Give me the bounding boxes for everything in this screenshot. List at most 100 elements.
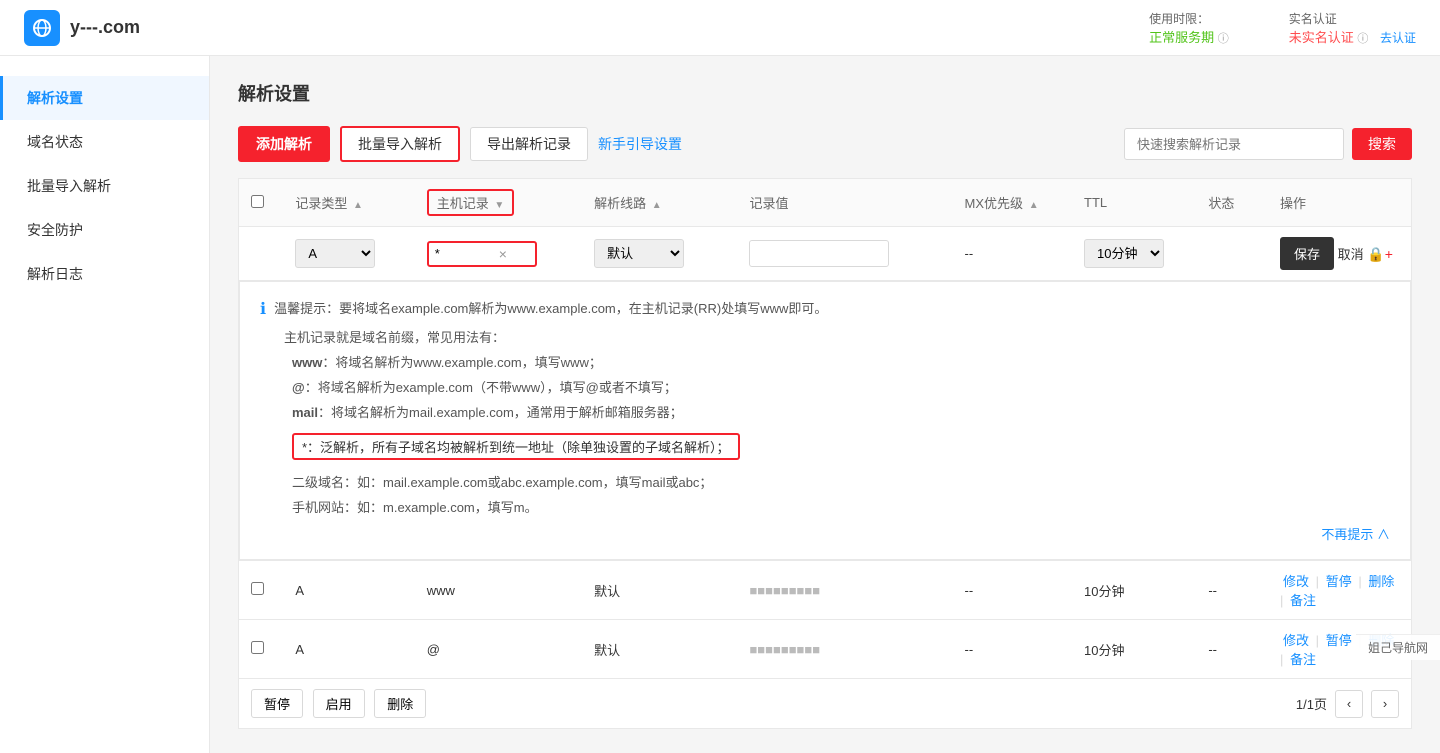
input-status-cell xyxy=(1196,227,1268,281)
row1-delete-link[interactable]: 删除 xyxy=(1368,574,1394,589)
verify-info: 实名认证 未实名认证 ⓘ 去认证 xyxy=(1289,10,1416,46)
logo-text: y---.com xyxy=(70,17,140,38)
logo-icon xyxy=(24,10,60,46)
tip-item-subdomain: 二级域名：如：mail.example.com或abc.example.com，… xyxy=(292,472,1390,491)
th-status: 状态 xyxy=(1196,179,1268,227)
host-sort-icon[interactable]: ▼ xyxy=(494,200,504,211)
service-value[interactable]: 正常服务期 ⓘ xyxy=(1149,27,1229,46)
th-check xyxy=(239,179,284,227)
tip-item-mail: mail：将域名解析为mail.example.com，通常用于解析邮箱服务器； xyxy=(292,402,1390,421)
tip-sub-text: 主机记录就是域名前缀，常见用法有： xyxy=(284,327,1390,346)
host-input[interactable] xyxy=(435,246,495,261)
tip-item-wildcard: *：泛解析，所有子域名均被解析到统一地址（除单独设置的子域名解析）； xyxy=(292,427,1390,466)
select-all-checkbox[interactable] xyxy=(251,195,264,208)
verify-label: 实名认证 xyxy=(1289,10,1416,27)
toolbar-search: 搜索 xyxy=(1124,128,1412,160)
row2-checkbox[interactable] xyxy=(251,641,264,654)
th-type: 记录类型 ▲ xyxy=(283,179,414,227)
add-dns-button[interactable]: 添加解析 xyxy=(238,126,330,162)
main-layout: 解析设置 域名状态 批量导入解析 安全防护 解析日志 解析设置 添加解析 批量导… xyxy=(0,56,1440,753)
service-hint: ⓘ xyxy=(1218,33,1229,45)
bulk-delete-button[interactable]: 删除 xyxy=(374,689,426,718)
sidebar-item-dns-log[interactable]: 解析日志 xyxy=(0,252,209,296)
host-input-wrap: × xyxy=(427,241,537,267)
tip-collapse-button[interactable]: 不再提示 ∧ xyxy=(260,524,1390,543)
sidebar-item-domain-status[interactable]: 域名状态 xyxy=(0,120,209,164)
service-label: 使用时限： xyxy=(1149,10,1229,27)
sidebar-item-label: 批量导入解析 xyxy=(27,178,111,194)
content-area: 解析设置 添加解析 批量导入解析 导出解析记录 新手引导设置 搜索 记录类型 xyxy=(210,56,1440,753)
lock-icon: 🔒+ xyxy=(1367,246,1393,262)
tip-item-www: www：将域名解析为www.example.com，填写www； xyxy=(292,352,1390,371)
next-page-button[interactable]: › xyxy=(1371,690,1399,718)
sidebar-item-security[interactable]: 安全防护 xyxy=(0,208,209,252)
tip-box: ℹ 温馨提示：要将域名example.com解析为www.example.com… xyxy=(239,281,1411,560)
bulk-stop-button[interactable]: 暂停 xyxy=(251,689,303,718)
row1-note-link[interactable]: 备注 xyxy=(1290,593,1316,608)
th-mx: MX优先级 ▲ xyxy=(953,179,1073,227)
row1-modify-link[interactable]: 修改 xyxy=(1283,574,1309,589)
input-ttl-cell: 10分钟30分钟1小时 xyxy=(1072,227,1196,281)
host-clear-icon[interactable]: × xyxy=(499,246,507,262)
cancel-button[interactable]: 取消 xyxy=(1338,244,1364,263)
row1-ttl: 10分钟 xyxy=(1072,561,1196,620)
watermark-text: 姐己导航网 xyxy=(1368,641,1428,655)
go-verify-link[interactable]: 去认证 xyxy=(1380,31,1416,45)
input-check-cell xyxy=(239,227,284,281)
tip-highlight: *：泛解析，所有子域名均被解析到统一地址（除单独设置的子域名解析）； xyxy=(292,433,740,460)
prev-page-button[interactable]: ‹ xyxy=(1335,690,1363,718)
export-button[interactable]: 导出解析记录 xyxy=(470,127,588,161)
row1-mx: -- xyxy=(953,561,1073,620)
sidebar-item-label: 安全防护 xyxy=(27,222,83,238)
header: y---.com 使用时限： 正常服务期 ⓘ 实名认证 未实名认证 ⓘ 去认证 xyxy=(0,0,1440,56)
tip-list: www：将域名解析为www.example.com，填写www； @：将域名解析… xyxy=(260,352,1390,516)
sidebar-item-label: 域名状态 xyxy=(27,134,83,150)
row2-modify-link[interactable]: 修改 xyxy=(1283,633,1309,648)
batch-import-button[interactable]: 批量导入解析 xyxy=(340,126,460,162)
dns-table: 记录类型 ▲ 主机记录 ▼ 解析线路 ▲ 记录值 xyxy=(238,178,1412,679)
toolbar: 添加解析 批量导入解析 导出解析记录 新手引导设置 搜索 xyxy=(238,126,1412,162)
service-info: 使用时限： 正常服务期 ⓘ xyxy=(1149,10,1229,46)
route-sort-icon[interactable]: ▲ xyxy=(652,200,662,211)
ttl-select[interactable]: 10分钟30分钟1小时 xyxy=(1084,239,1164,268)
row2-status: -- xyxy=(1196,620,1268,679)
prev-icon: ‹ xyxy=(1347,696,1351,711)
input-action-cell: 保存 取消 🔒+ xyxy=(1268,227,1411,281)
input-mx-value: -- xyxy=(965,246,974,261)
input-host-cell: × xyxy=(415,227,582,281)
row1-value: ■■■■■■■■■ xyxy=(737,561,952,620)
value-input[interactable] xyxy=(749,240,889,267)
row1-actions: 修改 | 暂停 | 删除 | 备注 xyxy=(1268,561,1411,620)
row2-pause-link[interactable]: 暂停 xyxy=(1326,633,1352,648)
input-route-cell: 默认电信联通移动境外 xyxy=(582,227,737,281)
sidebar-item-batch-import[interactable]: 批量导入解析 xyxy=(0,164,209,208)
input-mx-cell: -- xyxy=(953,227,1073,281)
row1-checkbox[interactable] xyxy=(251,582,264,595)
th-action: 操作 xyxy=(1268,179,1411,227)
sidebar-item-dns-settings[interactable]: 解析设置 xyxy=(0,76,209,120)
th-ttl: TTL xyxy=(1072,179,1196,227)
row1-pause-link[interactable]: 暂停 xyxy=(1326,574,1352,589)
sidebar: 解析设置 域名状态 批量导入解析 安全防护 解析日志 xyxy=(0,56,210,753)
next-icon: › xyxy=(1383,696,1387,711)
bulk-enable-button[interactable]: 启用 xyxy=(313,689,365,718)
save-button[interactable]: 保存 xyxy=(1280,237,1334,270)
verify-row: 未实名认证 ⓘ 去认证 xyxy=(1289,27,1416,46)
th-route: 解析线路 ▲ xyxy=(582,179,737,227)
search-input[interactable] xyxy=(1124,128,1344,160)
watermark: 姐己导航网 xyxy=(1356,634,1440,660)
mx-sort-icon[interactable]: ▲ xyxy=(1029,200,1039,211)
page-title: 解析设置 xyxy=(238,80,1412,106)
guide-button[interactable]: 新手引导设置 xyxy=(598,134,682,154)
route-select[interactable]: 默认电信联通移动境外 xyxy=(594,239,684,268)
logo-area: y---.com xyxy=(24,10,140,46)
row1-route: 默认 xyxy=(582,561,737,620)
pagination: 1/1页 ‹ › xyxy=(1296,690,1399,718)
info-icon: ℹ xyxy=(260,299,266,319)
type-select[interactable]: ACNAMEMXTXT NSAAAASRVCAA 显性URL隐性URL xyxy=(295,239,375,268)
type-sort-icon[interactable]: ▲ xyxy=(353,200,363,211)
pagination-text: 1/1页 xyxy=(1296,694,1327,713)
search-button[interactable]: 搜索 xyxy=(1352,128,1412,160)
th-host: 主机记录 ▼ xyxy=(415,179,582,227)
bulk-actions: 暂停 启用 删除 xyxy=(251,689,432,718)
